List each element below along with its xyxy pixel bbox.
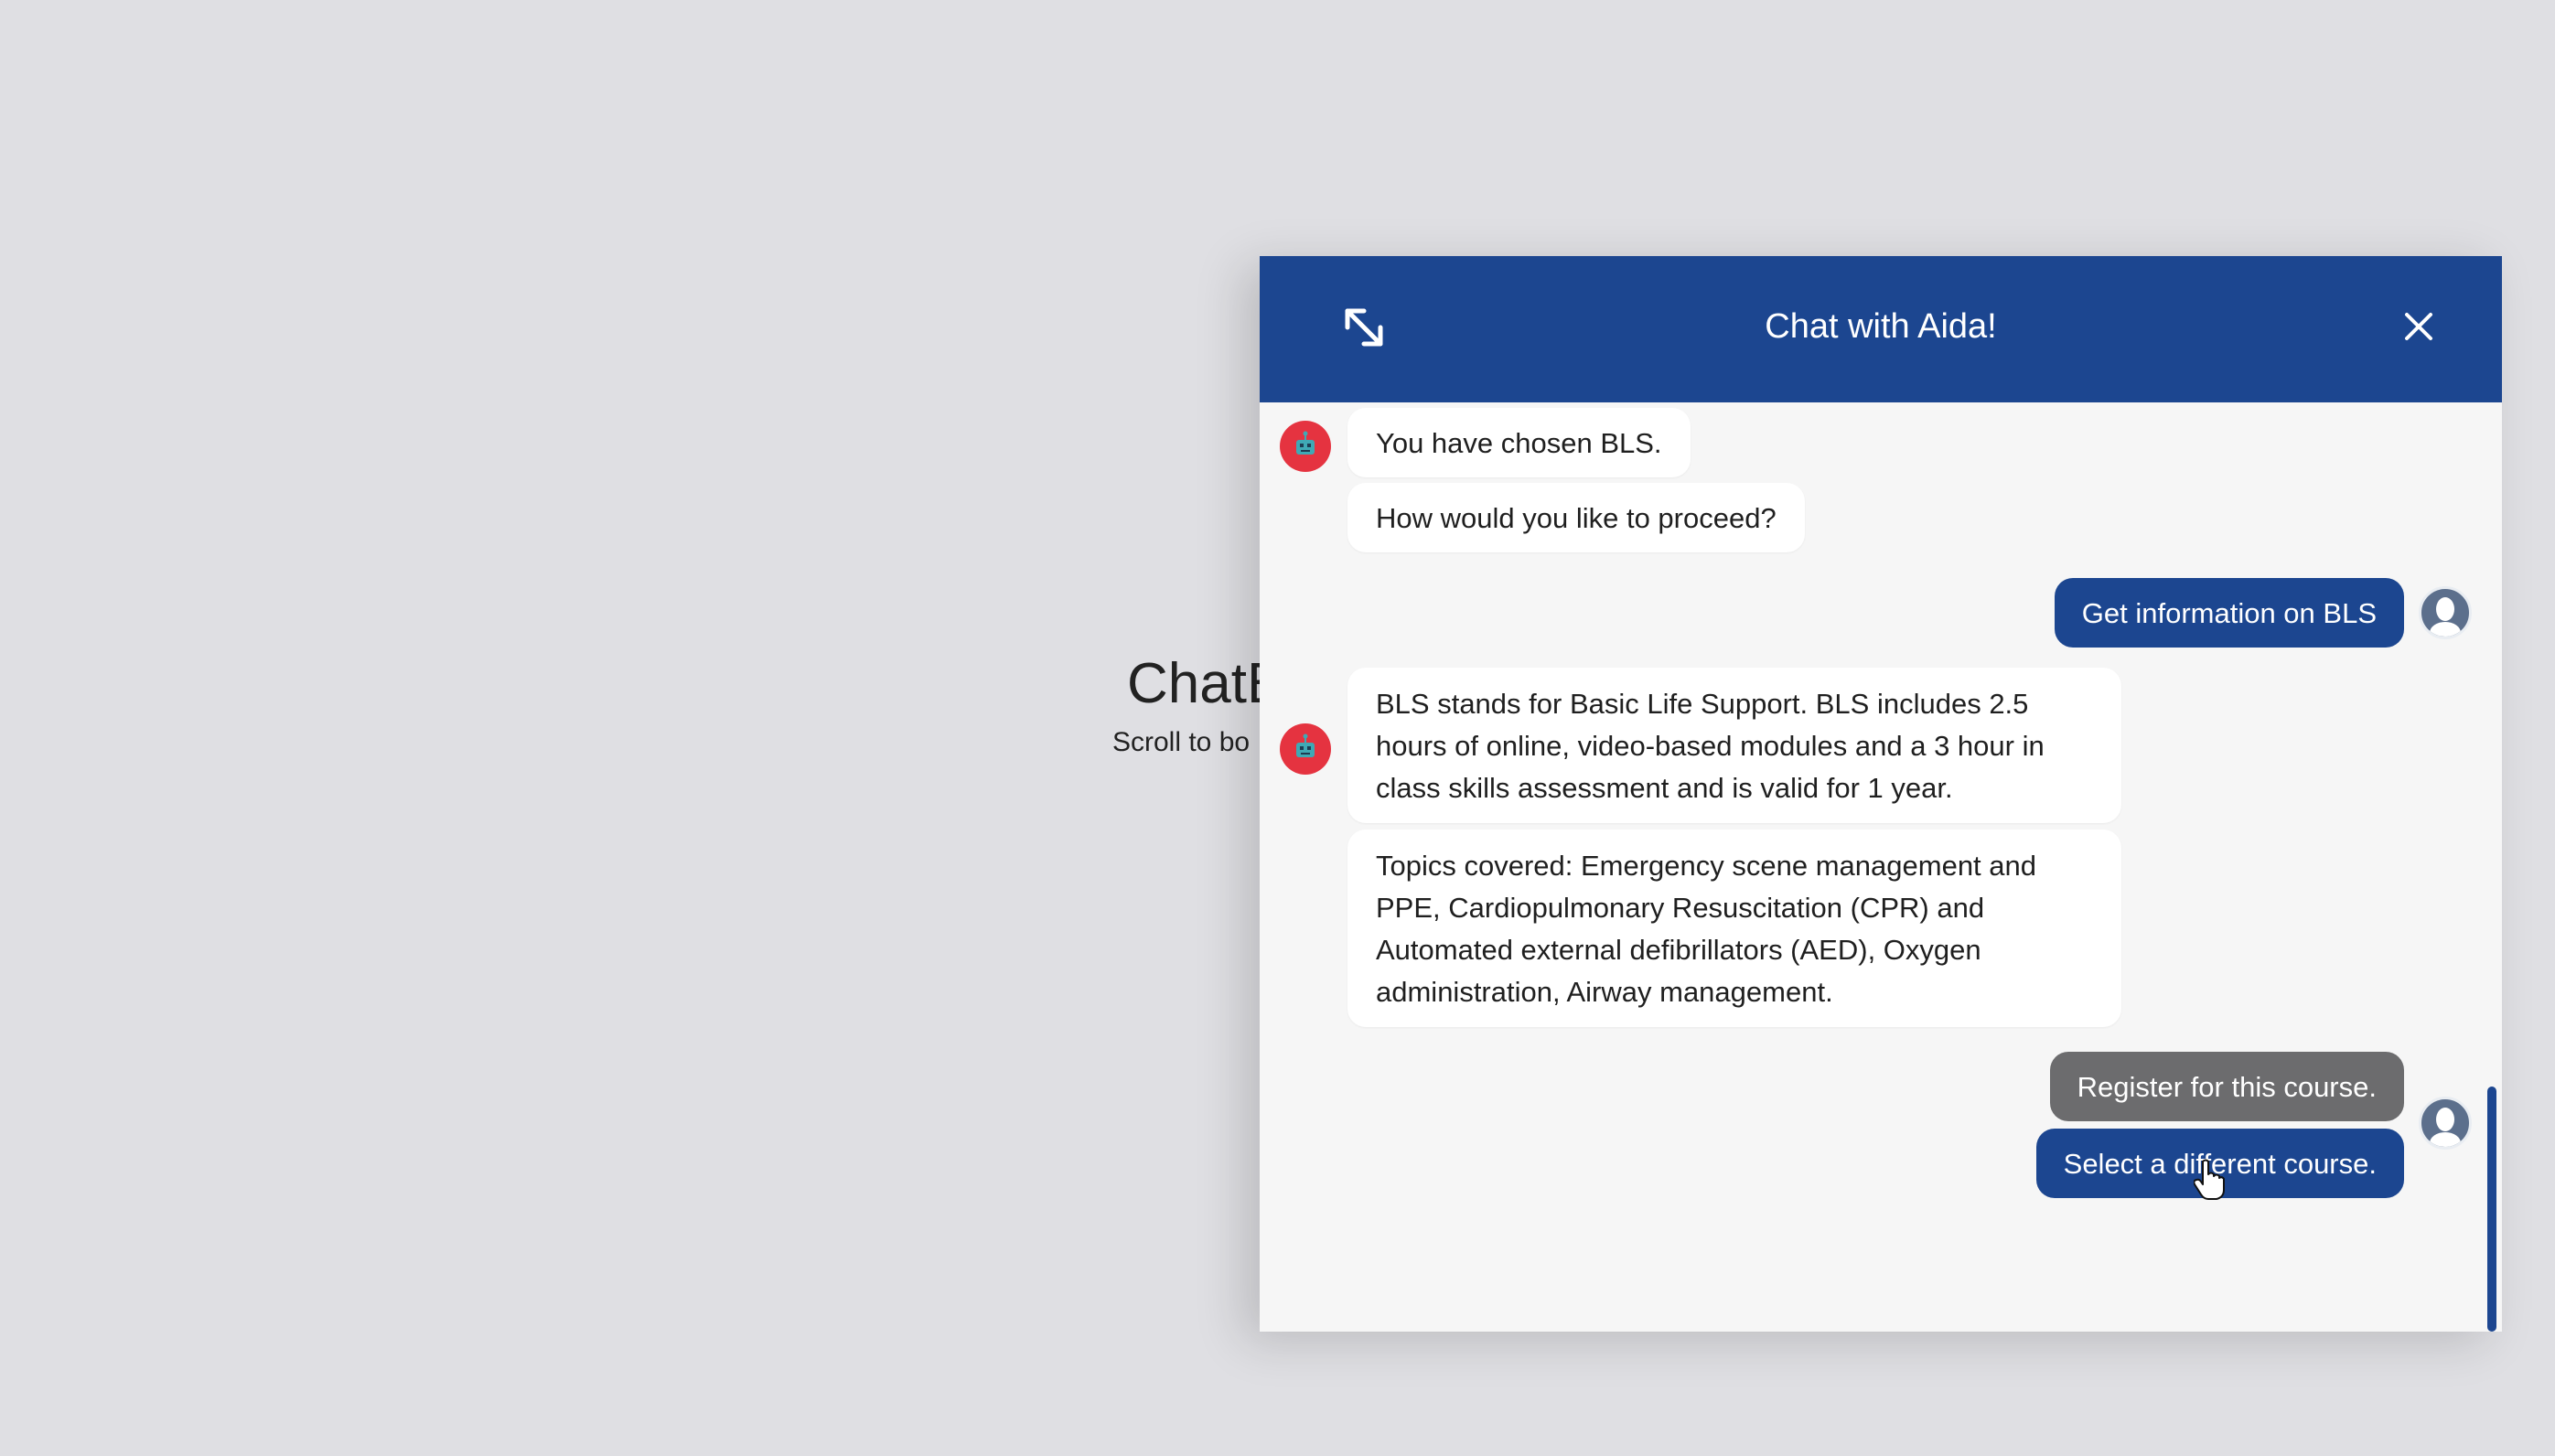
user-avatar bbox=[2419, 1097, 2472, 1150]
user-message: Get information on BLS bbox=[2054, 578, 2404, 648]
robot-icon bbox=[1296, 733, 1315, 757]
close-button[interactable] bbox=[2396, 304, 2442, 349]
chat-scrollbar[interactable] bbox=[2487, 1087, 2496, 1332]
background-subtitle: Scroll to bo bbox=[1112, 727, 1251, 757]
robot-icon bbox=[1296, 431, 1315, 455]
bot-message: BLS stands for Basic Life Support. BLS i… bbox=[1347, 668, 2121, 823]
bot-message: How would you like to proceed? bbox=[1347, 483, 1805, 552]
user-avatar bbox=[2419, 586, 2472, 639]
close-icon bbox=[2405, 313, 2432, 340]
bot-avatar bbox=[1280, 421, 1331, 472]
bot-message: You have chosen BLS. bbox=[1347, 408, 1691, 477]
chat-window: Chat with Aida! You have chosen BLS. How… bbox=[1260, 256, 2502, 1332]
user-icon bbox=[2430, 597, 2461, 637]
bot-avatar bbox=[1280, 723, 1331, 775]
chat-header: Chat with Aida! bbox=[1260, 256, 2502, 402]
page: ChatB Scroll to bo Chat with Aida! You h… bbox=[0, 0, 2555, 1456]
user-icon bbox=[2430, 1108, 2461, 1147]
chat-title: Chat with Aida! bbox=[1765, 307, 1997, 346]
bot-message: Topics covered: Emergency scene manageme… bbox=[1347, 830, 2121, 1027]
select-different-course-button[interactable]: Select a different course. bbox=[2035, 1129, 2404, 1198]
chat-messages: You have chosen BLS. How would you like … bbox=[1260, 402, 2502, 1332]
register-course-button[interactable]: Register for this course. bbox=[2049, 1052, 2404, 1121]
